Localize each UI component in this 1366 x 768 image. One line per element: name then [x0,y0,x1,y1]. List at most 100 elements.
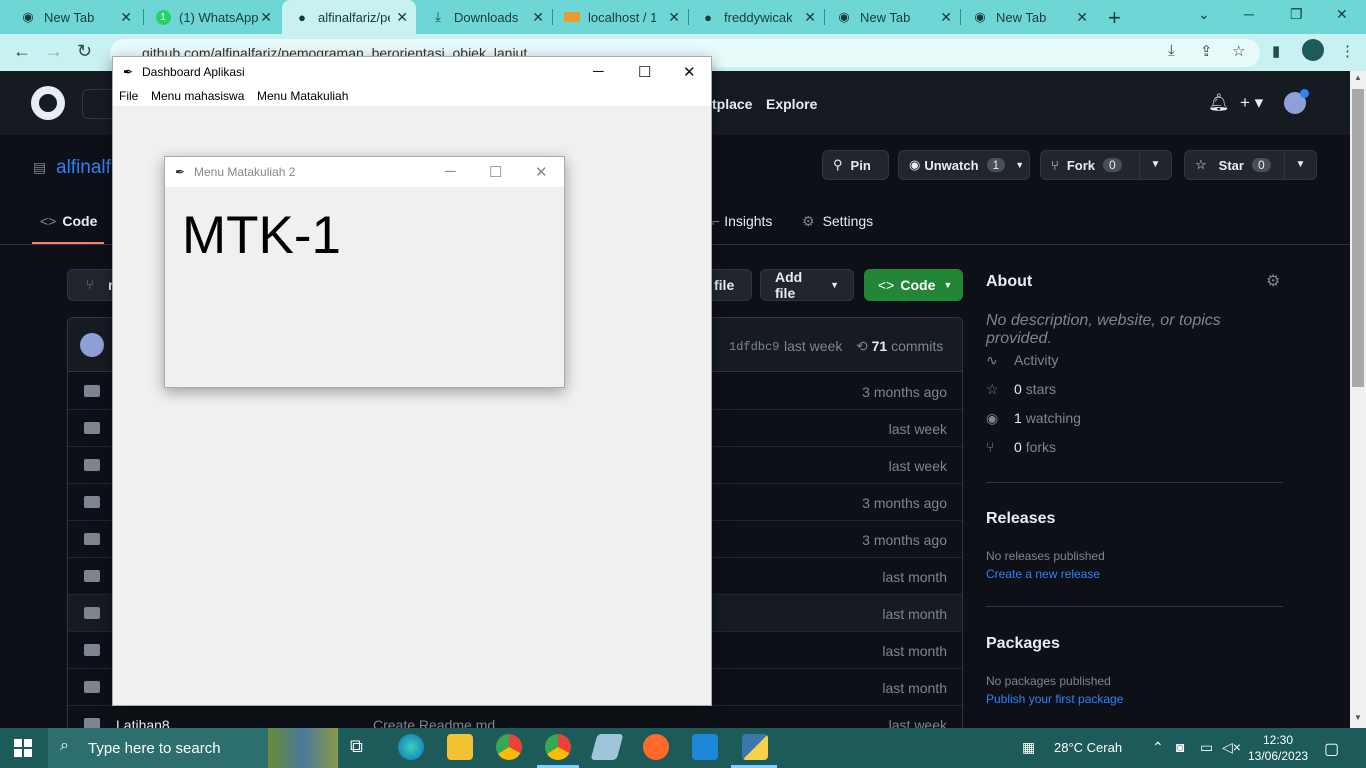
browser-tab[interactable]: ◉ New Tab ✕ [0,0,140,34]
tab-code[interactable]: <> Code [40,213,97,229]
browser-tab[interactable]: ● freddywicaks ✕ [690,0,824,34]
browser-tab[interactable]: 1 (1) WhatsApp ✕ [143,0,280,34]
minimize-icon[interactable]: ─ [1244,6,1254,22]
chrome-icon[interactable] [496,734,522,760]
close-tab-icon[interactable]: ✕ [260,10,272,24]
notification-icon[interactable]: ▢ [1324,739,1339,759]
star-button[interactable]: ☆ Star 0 ▼ [1184,150,1317,180]
tab-search-icon[interactable]: ⌄ [1198,6,1210,23]
profile-icon[interactable] [1302,39,1324,61]
nav-explore[interactable]: Explore [766,96,817,112]
plus-icon[interactable]: + ▾ [1240,93,1263,113]
forward-icon[interactable]: → [45,41,63,62]
install-icon[interactable]: ⤓ [1168,42,1175,59]
releases-heading[interactable]: Releases [986,510,1055,528]
watching-link[interactable]: ◉ 1 watching [986,410,1081,427]
releases-empty: No releases published [986,549,1105,563]
close-tab-icon[interactable]: ✕ [532,10,544,24]
postman-icon[interactable] [643,734,669,760]
weather-text[interactable]: 28°C Cerah [1054,740,1122,755]
scroll-down-icon[interactable]: ▼ [1354,713,1362,722]
scrollbar[interactable]: ▲ ▼ [1350,71,1366,728]
commits-link[interactable]: ⟲ 71 commits [856,338,943,355]
avatar[interactable] [80,333,104,357]
phpmyadmin-icon [564,9,580,25]
nav-marketplace[interactable]: tplace [712,96,752,112]
tab-insights[interactable]: ⌐ Insights [712,213,772,229]
volume-muted-icon[interactable]: ◁× [1222,739,1241,756]
file-explorer-icon[interactable] [447,734,473,760]
close-tab-icon[interactable]: ✕ [1076,10,1088,24]
chrome-icon[interactable] [545,734,571,760]
menu-matakuliah[interactable]: Menu Matakuliah [257,89,348,103]
chevron-down-icon[interactable]: ▼ [1284,151,1316,179]
windows-start-icon[interactable] [14,739,32,757]
menu-file[interactable]: File [119,89,138,103]
close-tab-icon[interactable]: ✕ [804,10,816,24]
dashboard-titlebar[interactable]: ✒ Dashboard Aplikasi ─ ☐ ✕ [113,57,711,87]
new-tab-icon[interactable]: + [1108,5,1121,31]
active-tab-indicator [32,242,104,244]
search-highlight-image [268,728,338,768]
side-panel-icon[interactable]: ▮ [1272,42,1280,60]
close-icon[interactable]: ✕ [683,63,696,81]
packages-heading[interactable]: Packages [986,635,1060,653]
menu-mahasiswa[interactable]: Menu mahasiswa [151,89,244,103]
folder-icon [84,385,100,397]
bookmark-star-icon[interactable]: ☆ [1232,42,1245,60]
commit-hash[interactable]: 1dfdbc9 [729,340,779,354]
clock[interactable]: 12:30 13/06/2023 [1248,732,1308,764]
add-file-button[interactable]: Add file ▼ [760,269,854,301]
browser-tab[interactable]: ⤓ Downloads ✕ [418,0,552,34]
minimize-icon[interactable]: ─ [593,63,604,80]
close-tab-icon[interactable]: ✕ [120,10,132,24]
back-icon[interactable]: ← [13,41,31,62]
create-release-link[interactable]: Create a new release [986,567,1100,581]
vscode-icon[interactable] [692,734,718,760]
close-tab-icon[interactable]: ✕ [396,10,408,24]
matakuliah-titlebar[interactable]: ✒ Menu Matakuliah 2 ─ ☐ ✕ [165,157,564,187]
browser-tab[interactable]: localhost / 12 ✕ [554,0,688,34]
browser-tab[interactable]: ◉ New Tab ✕ [826,0,960,34]
weather-icon[interactable]: ▦ [1022,739,1035,756]
python-icon[interactable] [742,734,768,760]
scrollbar-thumb[interactable] [1352,89,1364,387]
code-button[interactable]: <> Code ▼ [864,269,963,301]
fork-button[interactable]: ⑂ Fork 0 ▼ [1040,150,1172,180]
tray-chevron-up-icon[interactable]: ⌃ [1152,739,1164,756]
notes-app-icon[interactable] [590,734,624,760]
chevron-down-icon[interactable]: ▼ [1139,151,1171,179]
browser-tab-active[interactable]: ● alfinalfariz/pe ✕ [282,0,416,34]
camera-icon[interactable]: ◙ [1176,739,1184,755]
maximize-icon[interactable]: ☐ [489,163,502,181]
close-tab-icon[interactable]: ✕ [940,10,952,24]
close-icon[interactable]: ✕ [1336,6,1348,23]
network-icon[interactable]: ▭ [1200,739,1213,756]
unwatch-button[interactable]: ◉ Unwatch 1 ▼ [898,150,1030,180]
repo-owner-link[interactable]: alfinalf [56,157,111,179]
chrome-menu-icon[interactable]: ⋮ [1340,42,1355,60]
reload-icon[interactable]: ↻ [77,41,92,62]
packages-empty: No packages published [986,674,1111,688]
browser-tab[interactable]: ◉ New Tab ✕ [962,0,1096,34]
share-icon[interactable]: ⇪ [1200,42,1213,60]
close-icon[interactable]: ✕ [535,163,548,181]
edge-icon[interactable] [398,734,424,760]
taskbar-search[interactable]: ⌕ Type here to search [48,728,338,768]
bell-icon[interactable]: 🔔︎ [1208,93,1230,113]
task-view-icon[interactable]: ⧉ [350,736,363,757]
tab-settings[interactable]: ⚙ Settings [802,213,873,230]
maximize-icon[interactable]: ☐ [638,63,651,81]
scroll-up-icon[interactable]: ▲ [1354,73,1362,82]
forks-link[interactable]: ⑂ 0 forks [986,439,1056,455]
close-tab-icon[interactable]: ✕ [668,10,680,24]
chevron-down-icon: ▼ [943,280,953,290]
minimize-icon[interactable]: ─ [445,163,456,180]
activity-link[interactable]: ∿ Activity [986,352,1058,369]
gear-icon[interactable]: ⚙ [1266,271,1280,291]
publish-package-link[interactable]: Publish your first package [986,692,1123,706]
restore-icon[interactable]: ❐ [1290,6,1303,23]
github-logo-icon[interactable] [31,86,65,120]
pin-button[interactable]: ⚲ Pin [822,150,889,180]
stars-link[interactable]: ☆ 0 stars [986,381,1056,398]
